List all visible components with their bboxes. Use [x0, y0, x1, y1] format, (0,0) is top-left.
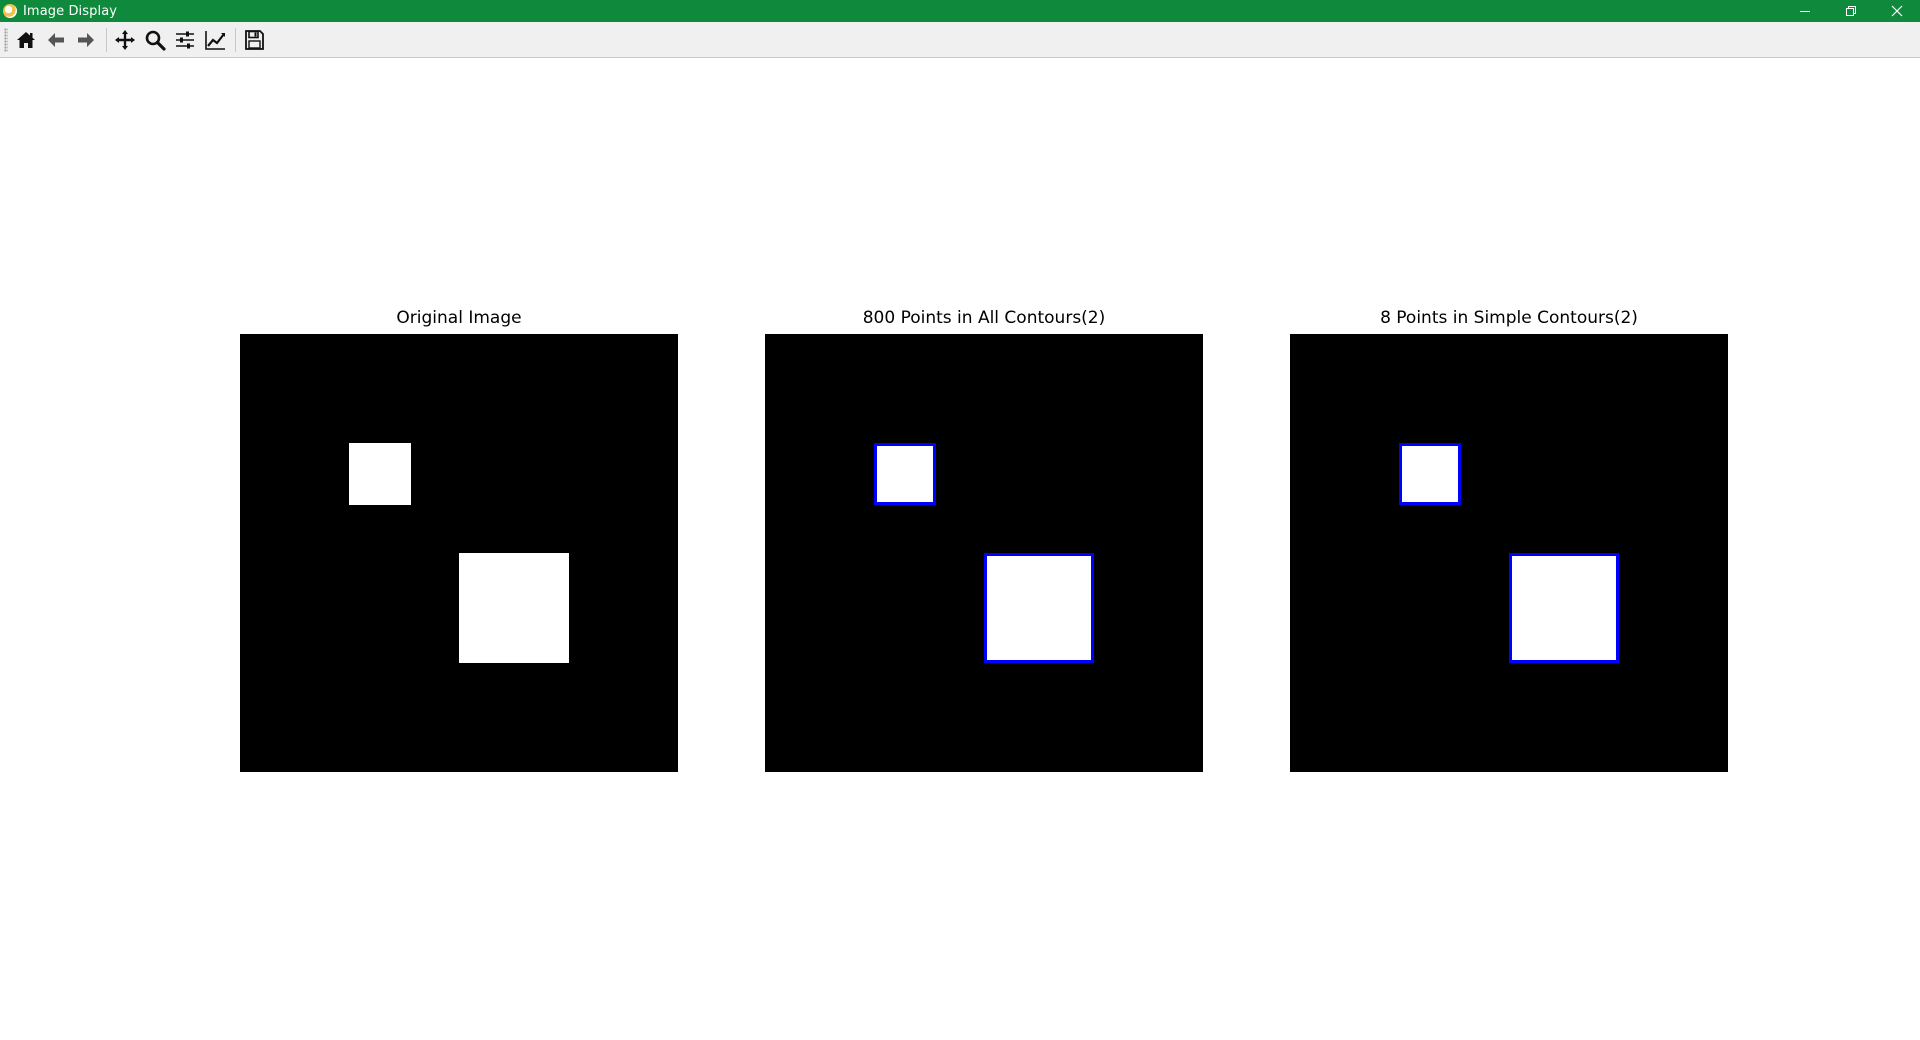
pan-icon	[115, 29, 135, 50]
app-icon	[3, 4, 17, 18]
large-square	[984, 553, 1094, 663]
home-icon	[17, 31, 35, 48]
pan-button[interactable]	[111, 26, 139, 54]
toolbar-separator	[106, 27, 107, 52]
panel-title-all-contours: 800 Points in All Contours(2)	[862, 308, 1106, 328]
back-arrow-icon	[48, 32, 64, 47]
navigation-toolbar	[0, 22, 1920, 58]
close-icon	[1891, 5, 1903, 17]
original-image	[240, 334, 678, 772]
save-button[interactable]	[240, 26, 268, 54]
window-controls	[1782, 0, 1920, 22]
window-title: Image Display	[23, 3, 118, 19]
simple-contours-axes[interactable]	[1290, 334, 1728, 772]
simple-contours-image	[1290, 334, 1728, 772]
panel-title-original: Original Image	[396, 308, 522, 328]
zoom-icon	[145, 30, 166, 51]
subplots-icon	[176, 31, 194, 48]
small-square	[874, 443, 936, 505]
minimize-icon	[1800, 11, 1810, 12]
small-square	[1399, 443, 1461, 505]
toolbar-separator	[235, 27, 236, 52]
save-icon	[245, 29, 264, 50]
edit-axis-icon	[205, 30, 225, 50]
forward-button[interactable]	[72, 26, 100, 54]
all-contours-axes[interactable]	[765, 334, 1203, 772]
forward-arrow-icon	[78, 32, 94, 47]
close-button[interactable]	[1874, 0, 1920, 22]
original-image-axes[interactable]	[240, 334, 678, 772]
all-contours-image	[765, 334, 1203, 772]
toolbar-grip[interactable]	[4, 27, 8, 52]
restore-icon	[1846, 6, 1856, 16]
large-square	[459, 553, 569, 663]
edit-axis-button[interactable]	[201, 26, 229, 54]
small-square	[349, 443, 411, 505]
back-button[interactable]	[42, 26, 70, 54]
panel-title-simple-contours: 8 Points in Simple Contours(2)	[1380, 308, 1638, 328]
minimize-button[interactable]	[1782, 0, 1828, 22]
zoom-button[interactable]	[141, 26, 169, 54]
restore-button[interactable]	[1828, 0, 1874, 22]
home-button[interactable]	[12, 26, 40, 54]
large-square	[1509, 553, 1619, 663]
configure-subplots-button[interactable]	[171, 26, 199, 54]
figure-canvas[interactable]: Original Image 800 Points in All Contour…	[0, 58, 1920, 1040]
title-bar: Image Display	[0, 0, 1920, 22]
